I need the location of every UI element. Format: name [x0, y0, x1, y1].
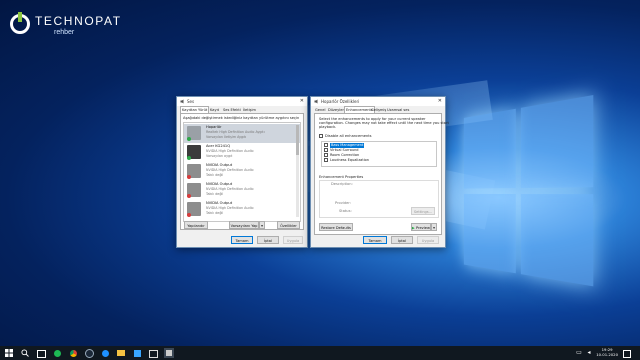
provider-label: Provider: — [335, 201, 351, 205]
sound-window: Ses ✕ Kayıttan Yürüt Kayıt Ses Efekti İl… — [176, 96, 308, 248]
disable-all-checkbox[interactable] — [319, 134, 323, 138]
device-name: Hoparlör — [206, 125, 222, 129]
speaker-icon — [180, 99, 184, 104]
scrollbar[interactable] — [296, 125, 299, 217]
windows-logo — [463, 95, 594, 291]
enhancement-checkbox[interactable] — [324, 153, 328, 157]
preview-button[interactable]: ▶ Preview — [411, 223, 431, 231]
device-status: Takılı değil — [206, 192, 224, 196]
status-badge — [187, 194, 191, 198]
output-device-icon — [187, 164, 201, 179]
instruction-text: Aşağıdaki değiştirmek istediğiniz kayıtt… — [183, 116, 300, 120]
task-view-icon[interactable] — [36, 348, 46, 358]
status-badge — [187, 137, 191, 141]
properties-heading: Enhancement Properties — [319, 175, 364, 179]
device-status: Takılı değil — [206, 173, 224, 177]
status-badge — [187, 213, 191, 217]
speaker-device-icon — [187, 126, 201, 141]
description-label: Description: — [331, 182, 353, 186]
play-icon: ▶ — [412, 226, 415, 230]
status-badge — [187, 156, 191, 160]
preview-dropdown[interactable]: ▾ — [431, 223, 437, 231]
device-name: NVIDIA Output — [206, 182, 233, 186]
device-item[interactable]: NVIDIA Output NVIDIA High Definition Aud… — [184, 200, 300, 219]
ok-button[interactable]: Tamam — [363, 236, 387, 244]
close-icon[interactable]: ✕ — [438, 98, 442, 104]
enhancement-checkbox[interactable] — [324, 143, 328, 147]
enhancements-panel: Select the enhancements to apply for you… — [314, 113, 449, 235]
device-list: Hoparlör Realtek High Definition Audio A… — [183, 122, 301, 222]
spotify-icon[interactable] — [52, 348, 62, 358]
enhancement-checkbox[interactable] — [324, 148, 328, 152]
window-title: Hoparlör Özellikleri — [321, 99, 360, 104]
chrome-icon[interactable] — [68, 348, 78, 358]
preview-label: Preview — [415, 226, 430, 230]
enhancement-list: Bass Management Virtual Surround Room Co… — [321, 141, 437, 167]
description-line: playback. — [319, 125, 337, 129]
device-status: Varsayılan İletişim Aygıtı — [206, 135, 247, 139]
settings-button[interactable]: Settings... — [411, 207, 435, 215]
restore-defaults-button[interactable]: Restore Defaults — [319, 223, 353, 231]
device-desc: Realtek High Definition Audio Aygıtı — [206, 130, 265, 134]
device-item[interactable]: NVIDIA Output NVIDIA High Definition Aud… — [184, 181, 300, 200]
sharex-icon[interactable] — [132, 348, 142, 358]
volume-icon[interactable]: ◂ — [584, 348, 594, 358]
clock[interactable]: 19:29 10.01.2020 — [596, 347, 618, 357]
properties-titlebar: Hoparlör Özellikleri ✕ — [311, 97, 445, 106]
brand-name: TECHNOPAT — [35, 14, 122, 28]
device-desc: NVIDIA High Definition Audio — [206, 168, 254, 172]
search-icon[interactable] — [20, 348, 30, 358]
device-item[interactable]: Hoparlör Realtek High Definition Audio A… — [184, 124, 300, 143]
status-badge — [187, 175, 191, 179]
window-title: Ses — [187, 99, 195, 104]
enhancement-checkbox[interactable] — [324, 158, 328, 162]
ok-button[interactable]: Tamam — [231, 236, 253, 244]
taskbar: 19:29 10.01.2020 ◂ ▭ — [0, 346, 640, 360]
network-icon[interactable]: ▭ — [574, 348, 584, 358]
windows-start-icon[interactable] — [4, 348, 14, 358]
device-desc: NVIDIA High Definition Audio — [206, 206, 254, 210]
device-item[interactable]: NVIDIA Output NVIDIA High Definition Aud… — [184, 162, 300, 181]
enhancement-label: Loudness Equalization — [330, 158, 370, 162]
configure-button[interactable]: Yapılandır — [184, 221, 208, 229]
steam-icon[interactable] — [84, 348, 94, 358]
enhancement-item[interactable]: Loudness Equalization — [324, 158, 404, 163]
cancel-button[interactable]: İptal — [391, 236, 413, 244]
device-item[interactable]: Acer KG241Q NVIDIA High Definition Audio… — [184, 143, 300, 162]
clock-date: 10.01.2020 — [596, 352, 618, 357]
store-icon[interactable] — [148, 348, 158, 358]
description-line: configuration. Changes may not take effe… — [319, 121, 449, 125]
device-name: NVIDIA Output — [206, 163, 233, 167]
notification-icon[interactable] — [622, 348, 632, 358]
set-default-button[interactable]: Varsayılanı Yap — [229, 221, 259, 229]
brand-logo: TECHNOPAT rehber — [10, 12, 150, 42]
sound-app-icon[interactable] — [164, 348, 174, 358]
disable-all-label: Disable all enhancements — [325, 134, 372, 138]
device-name: Acer KG241Q — [206, 144, 231, 148]
speaker-icon — [314, 99, 318, 104]
device-name: NVIDIA Output — [206, 201, 233, 205]
edge-icon[interactable] — [100, 348, 110, 358]
device-desc: NVIDIA High Definition Audio — [206, 187, 254, 191]
cancel-button[interactable]: İptal — [257, 236, 279, 244]
apply-button[interactable]: Uygula — [283, 236, 303, 244]
speaker-properties-window: Hoparlör Özellikleri ✕ Genel Düzeyler En… — [310, 96, 449, 248]
brand-sub: rehber — [54, 29, 75, 36]
properties-button[interactable]: Özellikler — [277, 221, 300, 229]
device-status: Takılı değil — [206, 211, 224, 215]
tab-playback[interactable]: Kayıttan Yürüt — [180, 106, 210, 113]
playback-panel: Aşağıdaki değiştirmek istediğiniz kayıtt… — [180, 113, 304, 230]
power-icon — [10, 12, 30, 34]
set-default-dropdown[interactable]: ▾ — [259, 221, 265, 229]
file-explorer-icon[interactable] — [116, 348, 126, 358]
output-device-icon — [187, 183, 201, 198]
sound-titlebar: Ses ✕ — [177, 97, 307, 106]
device-desc: NVIDIA High Definition Audio — [206, 149, 254, 153]
close-icon[interactable]: ✕ — [300, 98, 304, 104]
status-label: Status: — [339, 209, 352, 213]
monitor-device-icon — [187, 145, 201, 160]
apply-button[interactable]: Uygula — [417, 236, 439, 244]
output-device-icon — [187, 202, 201, 217]
device-status: Varsayılan aygıt — [206, 154, 233, 158]
